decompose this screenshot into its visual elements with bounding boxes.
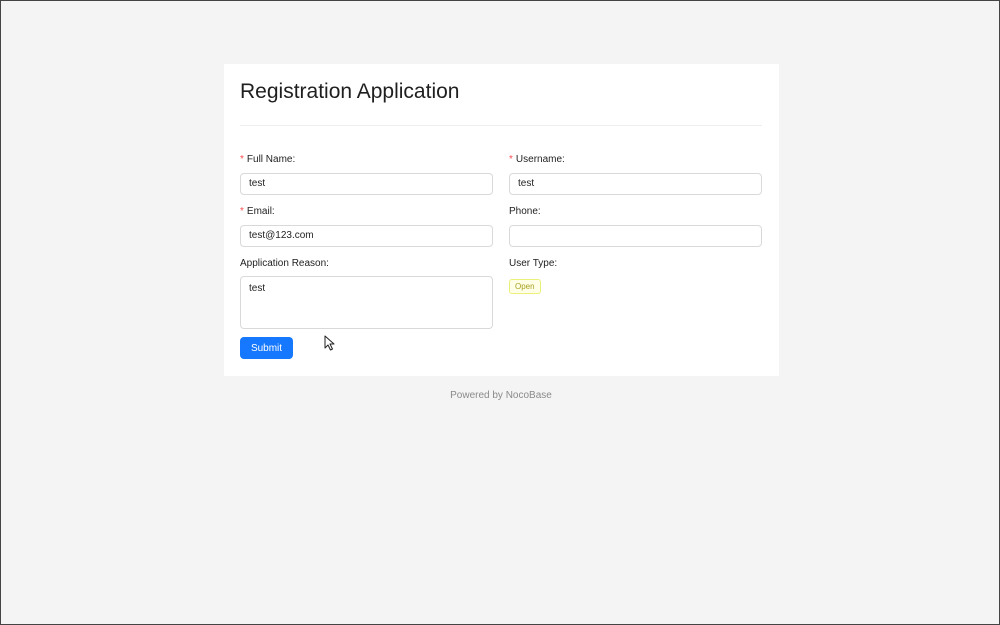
submit-button[interactable]: Submit [240, 337, 293, 359]
phone-label-text: Phone: [509, 206, 541, 217]
full-name-label-text: Full Name: [246, 154, 296, 165]
mouse-pointer-icon [324, 335, 336, 356]
footer-powered-by: Powered by NocoBase [450, 390, 552, 401]
application-reason-label: Application Reason: [240, 257, 329, 271]
user-type-label-text: User Type: [509, 258, 558, 269]
user-type-tag: Open [509, 279, 541, 294]
username-label-text: Username: [515, 154, 565, 165]
application-reason-textarea[interactable]: test [240, 276, 493, 329]
full-name-input[interactable]: test [240, 173, 493, 195]
required-marker: * [240, 206, 244, 217]
required-marker: * [509, 154, 513, 165]
required-marker: * [240, 154, 244, 165]
title-divider [240, 125, 762, 126]
page-background: Registration Application * Full Name: tes… [0, 0, 1000, 625]
email-label-text: Email: [246, 206, 275, 217]
full-name-label: * Full Name: [240, 153, 295, 167]
phone-label: Phone: [509, 205, 541, 219]
email-label: * Email: [240, 205, 275, 219]
username-input[interactable]: test [509, 173, 762, 195]
username-label: * Username: [509, 153, 565, 167]
phone-input[interactable] [509, 225, 762, 247]
registration-form-card: Registration Application * Full Name: tes… [224, 64, 779, 376]
email-input[interactable]: test@123.com [240, 225, 493, 247]
page-title: Registration Application [240, 80, 460, 103]
application-reason-label-text: Application Reason: [240, 258, 329, 269]
user-type-label: User Type: [509, 257, 557, 271]
